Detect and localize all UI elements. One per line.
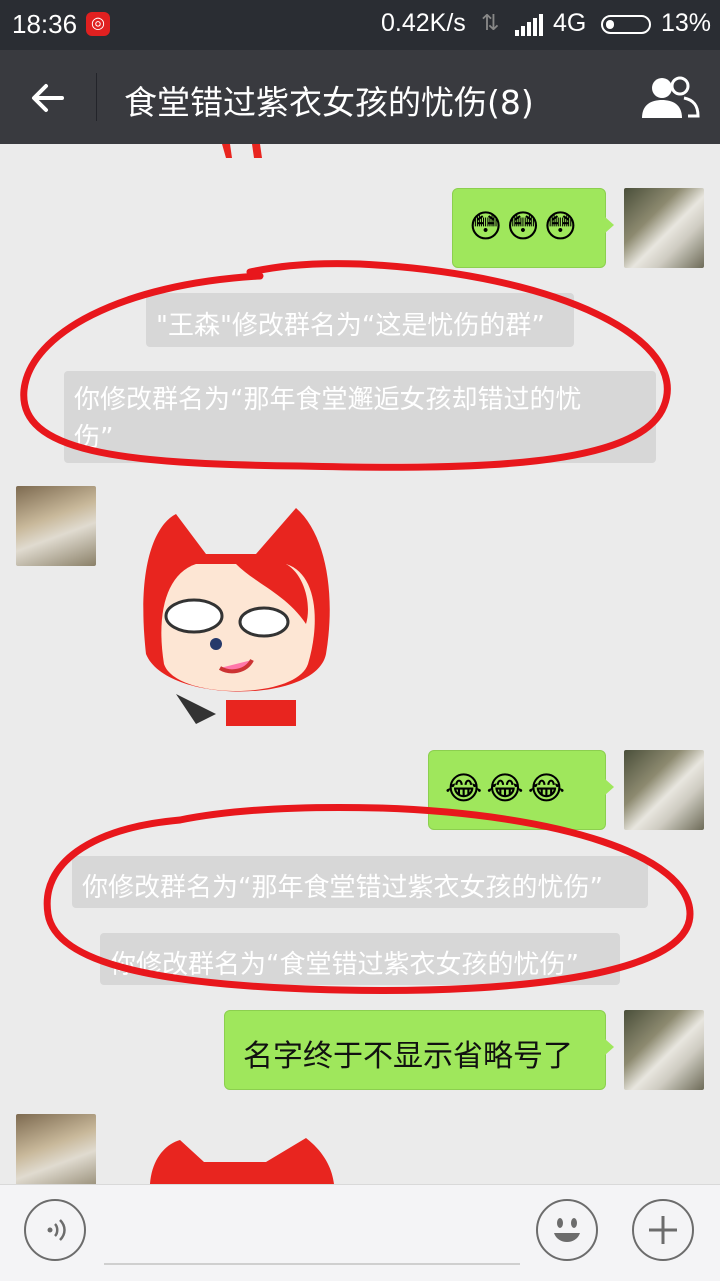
status-bar: 18:36 ◎ 0.42K/s ⇅ 4G 13% xyxy=(0,0,720,50)
friend-avatar[interactable] xyxy=(16,1114,96,1184)
smiley-icon xyxy=(554,1218,580,1242)
status-time: 18:36 xyxy=(12,9,78,39)
emoji-button[interactable] xyxy=(536,1199,598,1261)
signal-icon xyxy=(515,14,543,36)
chat-area[interactable]: 😳😳😳 "王森"修改群名为“这是忧伤的群” 你修改群名为“那年食堂邂逅女孩却错过… xyxy=(0,144,720,1184)
group-members-icon[interactable] xyxy=(640,74,700,120)
battery-icon xyxy=(601,15,651,34)
plus-icon xyxy=(649,1216,677,1244)
system-message: 你修改群名为“那年食堂错过紫衣女孩的忧伤” xyxy=(72,856,648,908)
battery-percent: 13% xyxy=(661,9,712,37)
input-bar xyxy=(0,1184,720,1281)
emoji-text: 😳😳😳 xyxy=(469,207,582,245)
fox-sticker-partial xyxy=(150,1138,334,1184)
system-message: "王森"修改群名为“这是忧伤的群” xyxy=(146,293,574,347)
fox-sticker[interactable] xyxy=(136,504,336,726)
data-activity-icon: ⇅ xyxy=(481,10,500,35)
my-avatar[interactable] xyxy=(624,188,704,268)
my-avatar[interactable] xyxy=(624,1010,704,1090)
message-bubble-mine[interactable]: 😂😂😂 xyxy=(428,750,614,830)
message-bubble-mine[interactable]: 名字终于不显示省略号了 xyxy=(224,1010,614,1090)
more-plus-button[interactable] xyxy=(632,1199,694,1261)
chat-header: 食堂错过紫衣女孩的忧伤(8) xyxy=(0,50,720,144)
message-bubble-mine[interactable]: 😳😳😳 xyxy=(452,188,614,268)
system-message: 你修改群名为“那年食堂邂逅女孩却错过的忧 伤” xyxy=(64,371,656,463)
message-input[interactable] xyxy=(104,1263,520,1265)
emoji-text: 😂😂😂 xyxy=(445,769,570,807)
chat-title: 食堂错过紫衣女孩的忧伤(8) xyxy=(124,83,534,122)
network-type: 4G xyxy=(553,9,587,37)
voice-toggle-button[interactable] xyxy=(24,1199,86,1261)
header-divider xyxy=(96,73,97,121)
net-speed: 0.42K/s xyxy=(381,9,466,37)
netease-music-icon: ◎ xyxy=(86,12,110,36)
friend-avatar[interactable] xyxy=(16,486,96,566)
my-avatar[interactable] xyxy=(624,750,704,830)
back-arrow-icon[interactable] xyxy=(26,76,70,120)
system-message: 你修改群名为“食堂错过紫衣女孩的忧伤” xyxy=(100,933,620,985)
message-text: 名字终于不显示省略号了 xyxy=(243,1039,573,1074)
voice-icon xyxy=(47,1219,66,1241)
fox-sticker-partial xyxy=(222,144,262,158)
